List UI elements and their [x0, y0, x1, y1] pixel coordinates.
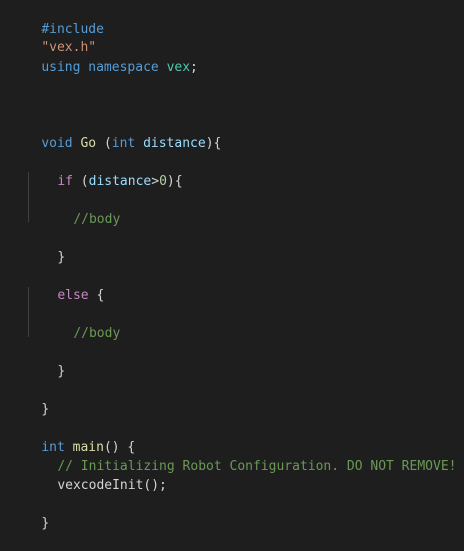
include-directive: #include: [41, 22, 104, 37]
keyword-namespace: namespace: [88, 60, 159, 75]
comment-body: //body: [73, 212, 121, 227]
close-paren-brace: ){: [166, 174, 183, 189]
keyword-int: int: [111, 136, 136, 151]
param-distance: distance: [143, 136, 206, 151]
code-line-include: #include "vex.h": [10, 3, 104, 55]
code-line-close-if: }: [26, 231, 65, 265]
close-brace: }: [57, 250, 66, 265]
code-line-function-go: void Go (int distance){: [10, 117, 221, 151]
code-line-comment-body-2: //body: [42, 307, 120, 341]
var-distance: distance: [88, 174, 152, 189]
code-line-close-function: }: [10, 383, 49, 417]
keyword-using: using: [41, 60, 81, 75]
call-vexcode-init: vexcodeInit: [57, 478, 144, 493]
keyword-void: void: [41, 136, 73, 151]
close-brace: }: [41, 516, 50, 531]
namespace-name: vex: [166, 60, 191, 75]
code-line-comment-body-1: //body: [42, 193, 120, 227]
comment-body: //body: [73, 326, 121, 341]
code-line-else: else {: [26, 269, 104, 303]
code-line-main: int main() {: [10, 421, 135, 455]
open-paren: (: [80, 174, 89, 189]
open-paren: (: [103, 136, 112, 151]
function-name-go: Go: [80, 136, 97, 151]
code-line-close-else: }: [26, 345, 65, 379]
code-line-if: if (distance>0){: [26, 155, 182, 189]
close-paren-brace: ){: [205, 136, 222, 151]
call-parens: ();: [143, 478, 167, 493]
operator-gt: >: [151, 174, 160, 189]
close-brace: }: [57, 364, 66, 379]
code-editor[interactable]: #include "vex.h" using namespace vex; vo…: [0, 0, 464, 531]
code-line-vexcode-init: vexcodeInit();: [26, 459, 167, 493]
keyword-if: if: [57, 174, 73, 189]
open-brace: {: [96, 288, 105, 303]
code-line-using: using namespace vex;: [10, 41, 198, 75]
semicolon: ;: [190, 60, 198, 75]
code-line-close-main: }: [10, 497, 49, 531]
number-zero: 0: [159, 174, 167, 189]
close-brace: }: [41, 402, 50, 417]
keyword-else: else: [57, 288, 89, 303]
code-line-init-comment: // Initializing Robot Configuration. DO …: [26, 440, 456, 474]
